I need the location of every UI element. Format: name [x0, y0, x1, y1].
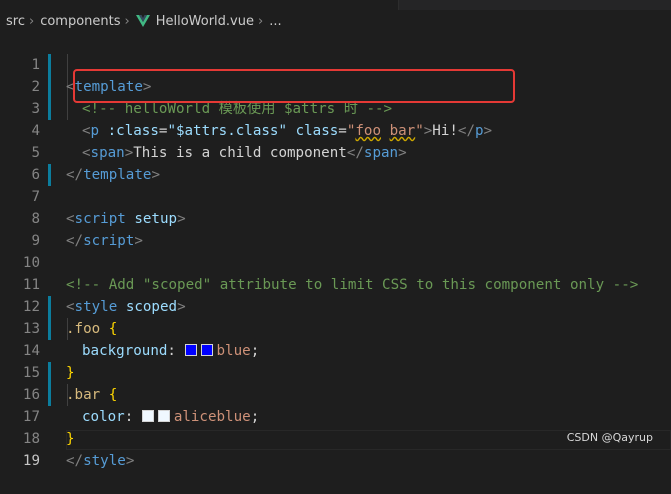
code-line: 5 </template> [0, 120, 671, 183]
code-line: 7 <script setup> [0, 164, 671, 227]
token: > [125, 453, 135, 469]
code-line: 1 <template> [0, 32, 671, 95]
code-line: 15 .bar { [0, 340, 671, 403]
watermark: CSDN @Qayrup [566, 431, 653, 444]
tab-strip [0, 0, 671, 10]
code-line: 10 <!-- Add "scoped" attribute to limit … [0, 230, 671, 293]
code-line: 6 [0, 142, 671, 183]
breadcrumb-more[interactable]: ... [269, 14, 281, 29]
chevron-right-icon: › [28, 13, 35, 29]
code-line: 8 </script> [0, 186, 671, 249]
vue-file-icon [135, 15, 150, 27]
token: style [83, 453, 126, 469]
breadcrumb-src[interactable]: src [6, 14, 25, 29]
code-line: 12 .foo { [0, 274, 671, 337]
line-number: 19 [22, 453, 40, 469]
token: </ [66, 453, 84, 469]
chevron-right-icon: › [124, 13, 130, 29]
tab-helloworld-vue[interactable] [0, 0, 399, 10]
code-line: 14 } [0, 318, 671, 381]
breadcrumb: src › components › HelloWorld.vue › ... [0, 10, 671, 32]
breadcrumb-file[interactable]: HelloWorld.vue [156, 14, 254, 29]
chevron-right-icon: › [258, 13, 264, 29]
code-line: 13 background: blue; [0, 296, 671, 359]
code-line: 18 </style> [0, 406, 671, 469]
code-line: 11 <style scoped> [0, 252, 671, 315]
breadcrumb-components[interactable]: components [40, 14, 120, 29]
annotation-highlight-box [73, 69, 515, 103]
code-line: 16 color: aliceblue; [0, 362, 671, 425]
code-line: 9 [0, 208, 671, 249]
code-line: 17 } [0, 384, 671, 447]
